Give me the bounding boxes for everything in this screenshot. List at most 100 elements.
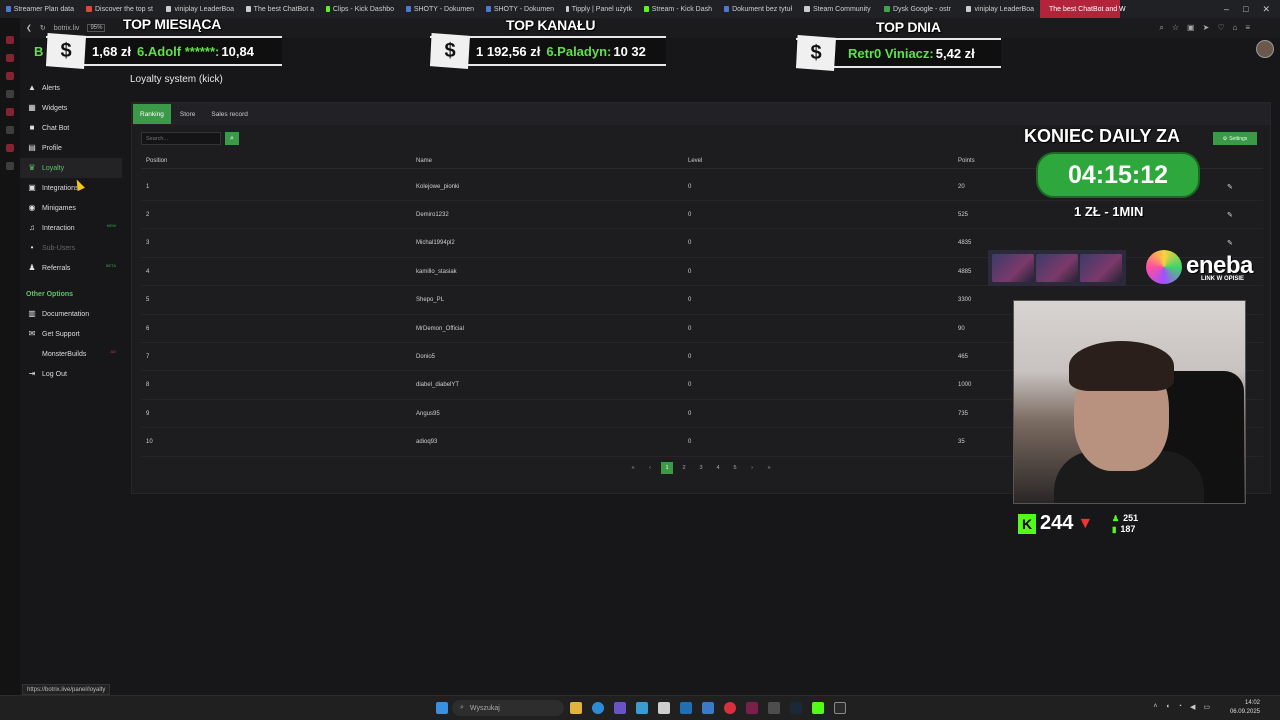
tab-store[interactable]: Store <box>173 104 203 124</box>
store-icon[interactable] <box>636 702 648 714</box>
network-icon[interactable]: ◔ <box>1178 703 1182 711</box>
file-explorer-icon[interactable] <box>570 702 582 714</box>
taskbar-search[interactable]: ⌕ Wyszukaj <box>452 700 564 716</box>
pager-last[interactable]: » <box>763 462 775 474</box>
cart-icon[interactable]: ⌂ <box>1232 23 1237 33</box>
tab-ranking[interactable]: Ranking <box>133 104 171 124</box>
microphone-icon[interactable]: ◖ <box>1166 703 1170 711</box>
settings-button[interactable]: ⚙ Settings <box>1213 132 1257 145</box>
browser-tab[interactable]: SHOTY - Dokumen <box>400 0 480 18</box>
side-app-icon[interactable] <box>6 144 14 152</box>
browser-tab[interactable]: Tipply | Panel użytk <box>560 0 638 18</box>
column-header-level[interactable]: Level <box>688 158 702 164</box>
app-icon[interactable] <box>834 702 846 714</box>
column-header-name[interactable]: Name <box>416 158 432 164</box>
edit-pencil-icon[interactable]: ✎ <box>1227 239 1233 247</box>
minimize-icon[interactable]: – <box>1224 4 1229 15</box>
url-text[interactable]: botrix.liv <box>54 25 80 32</box>
sidebar-item-referrals[interactable]: ♟ Referrals BETA <box>20 258 122 278</box>
browser-tab[interactable]: Streamer Plan data <box>0 0 80 18</box>
browser-tab[interactable]: Steam Community <box>798 0 878 18</box>
chevron-up-icon[interactable]: ˄ <box>1153 703 1157 711</box>
sidebar-item-monsterbuilds[interactable]: MonsterBuilds AD <box>20 344 122 364</box>
browser-tab[interactable]: The best ChatBot a <box>240 0 320 18</box>
steam-icon[interactable] <box>790 702 802 714</box>
pager-prev[interactable]: ‹ <box>644 462 656 474</box>
bookmark-icon[interactable]: ☆ <box>1172 23 1179 33</box>
opera-icon[interactable] <box>724 702 736 714</box>
cell-position: 4 <box>146 268 150 275</box>
side-app-icon[interactable] <box>6 54 14 62</box>
edit-pencil-icon[interactable]: ✎ <box>1227 211 1233 219</box>
cell-level: 0 <box>688 183 692 190</box>
app-icon[interactable] <box>768 702 780 714</box>
side-app-icon[interactable] <box>6 162 14 170</box>
sidebar-item-alerts[interactable]: ▲ Alerts <box>20 78 122 98</box>
browser-tab[interactable]: viniplay LeaderBoa <box>960 0 1040 18</box>
edit-pencil-icon[interactable]: ✎ <box>1227 183 1233 191</box>
pager-page[interactable]: 2 <box>678 462 690 474</box>
sidebar-item-chat-bot[interactable]: ■ Chat Bot <box>20 118 122 138</box>
extension-icon[interactable]: ▣ <box>1187 23 1195 33</box>
pager-page[interactable]: 1 <box>661 462 673 474</box>
zoom-badge[interactable]: 95% <box>87 24 106 32</box>
tab-favicon-icon <box>486 6 491 12</box>
menu-icon[interactable]: ≡ <box>1245 23 1250 33</box>
profile-avatar[interactable] <box>1256 40 1274 58</box>
search-input[interactable] <box>141 132 221 145</box>
pager-page[interactable]: 4 <box>712 462 724 474</box>
heart-icon[interactable]: ♡ <box>1217 23 1224 33</box>
browser-tab[interactable]: Dokument bez tytuł <box>718 0 798 18</box>
browser-tab[interactable]: SHOTY - Dokumen <box>480 0 560 18</box>
edge-icon[interactable] <box>592 702 604 714</box>
sidebar-item-loyalty[interactable]: ♛ Loyalty <box>20 158 122 178</box>
pager-first[interactable]: « <box>627 462 639 474</box>
sidebar-item-sub-users[interactable]: • Sub-Users <box>20 238 122 258</box>
sidebar-item-label: Integrations <box>42 184 79 192</box>
start-windows-icon[interactable] <box>436 702 448 714</box>
goal-value: 1,68 zł <box>92 43 132 59</box>
send-icon[interactable]: ➤ <box>1203 23 1210 33</box>
sidebar-item-integrations[interactable]: ▣ Integrations <box>20 178 122 198</box>
browser-tab[interactable]: Clips - Kick Dashbo <box>320 0 400 18</box>
column-header-points[interactable]: Points <box>958 158 975 164</box>
tab-sales-record[interactable]: Sales record <box>204 104 255 124</box>
sidebar-item-get-support[interactable]: ✉ Get Support <box>20 324 122 344</box>
side-app-icon[interactable] <box>6 90 14 98</box>
vscode-icon[interactable] <box>680 702 692 714</box>
clock[interactable]: 14:02 06.09.2025 <box>1230 699 1260 717</box>
search-button[interactable]: ⌕ <box>225 132 239 145</box>
side-app-icon[interactable] <box>6 36 14 44</box>
side-app-icon[interactable] <box>6 126 14 134</box>
pager-page[interactable]: 5 <box>729 462 741 474</box>
side-app-icon[interactable] <box>6 72 14 80</box>
column-header-position[interactable]: Position <box>146 158 167 164</box>
zoom-icon[interactable]: ⌕ <box>1159 23 1163 33</box>
cell-level: 0 <box>688 325 692 332</box>
browser-tab[interactable]: Dysk Google - ostr <box>878 0 960 18</box>
browser-tab-label: Tipply | Panel użytk <box>571 5 632 13</box>
pager-next[interactable]: › <box>746 462 758 474</box>
notepad-icon[interactable] <box>658 702 670 714</box>
sidebar-item-minigames[interactable]: ◉ Minigames <box>20 198 122 218</box>
back-icon[interactable]: ❮ <box>26 24 32 32</box>
battery-icon[interactable]: ▭ <box>1203 703 1210 711</box>
browser-tab[interactable]: The best ChatBot and W <box>1040 0 1126 18</box>
sidebar-item-log-out[interactable]: ⇥ Log Out <box>20 364 122 384</box>
app-icon[interactable] <box>746 702 758 714</box>
mail-icon[interactable] <box>702 702 714 714</box>
maximize-icon[interactable]: □ <box>1243 4 1248 15</box>
speaker-icon[interactable]: ◀ <box>1190 703 1195 711</box>
sidebar-item-documentation[interactable]: ▥ Documentation <box>20 304 122 324</box>
sidebar-item-widgets[interactable]: ▦ Widgets <box>20 98 122 118</box>
browser-tab[interactable]: Stream - Kick Dash <box>638 0 718 18</box>
browser-tab-label: Streamer Plan data <box>13 5 74 13</box>
pager-page[interactable]: 3 <box>695 462 707 474</box>
sidebar-item-interaction[interactable]: ♫ Interaction NEW <box>20 218 122 238</box>
close-icon[interactable]: ✕ <box>1262 4 1270 15</box>
kick-app-icon[interactable] <box>812 702 824 714</box>
teams-icon[interactable] <box>614 702 626 714</box>
sidebar-item-profile[interactable]: ▤ Profile <box>20 138 122 158</box>
side-app-icon[interactable] <box>6 108 14 116</box>
reload-icon[interactable]: ↻ <box>40 24 46 32</box>
